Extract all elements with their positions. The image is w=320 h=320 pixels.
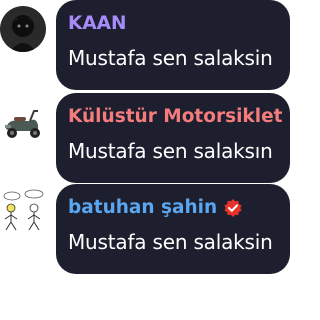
dark-portrait-avatar-icon	[0, 6, 46, 52]
message-text: Mustafa sen salaksin	[68, 230, 273, 254]
author-name[interactable]: batuhan şahin	[68, 196, 278, 220]
avatar[interactable]	[0, 6, 46, 52]
message-text: Mustafa sen salaksin	[68, 46, 273, 70]
stick-figure-icon	[0, 188, 48, 236]
author-name[interactable]: Külüstür Motorsiklet	[68, 105, 282, 129]
author-name-text: batuhan şahin	[68, 197, 218, 218]
avatar[interactable]	[0, 188, 48, 236]
message-bubble: batuhan şahin Mustafa sen salaksin	[56, 184, 290, 274]
message-bubble: KAAN Mustafa sen salaksin	[56, 0, 290, 90]
scooter-icon	[0, 99, 46, 145]
chat-message: Külüstür Motorsiklet Mustafa sen salaksı…	[0, 93, 296, 183]
message-text: Mustafa sen salaksın	[68, 139, 273, 163]
chat-message: KAAN Mustafa sen salaksin	[0, 0, 296, 90]
author-name[interactable]: KAAN	[68, 12, 278, 36]
message-bubble: Külüstür Motorsiklet Mustafa sen salaksı…	[56, 93, 290, 183]
avatar[interactable]	[0, 99, 46, 145]
chat-message: batuhan şahin Mustafa sen salaksin	[0, 184, 296, 274]
verified-badge-icon	[223, 198, 243, 218]
